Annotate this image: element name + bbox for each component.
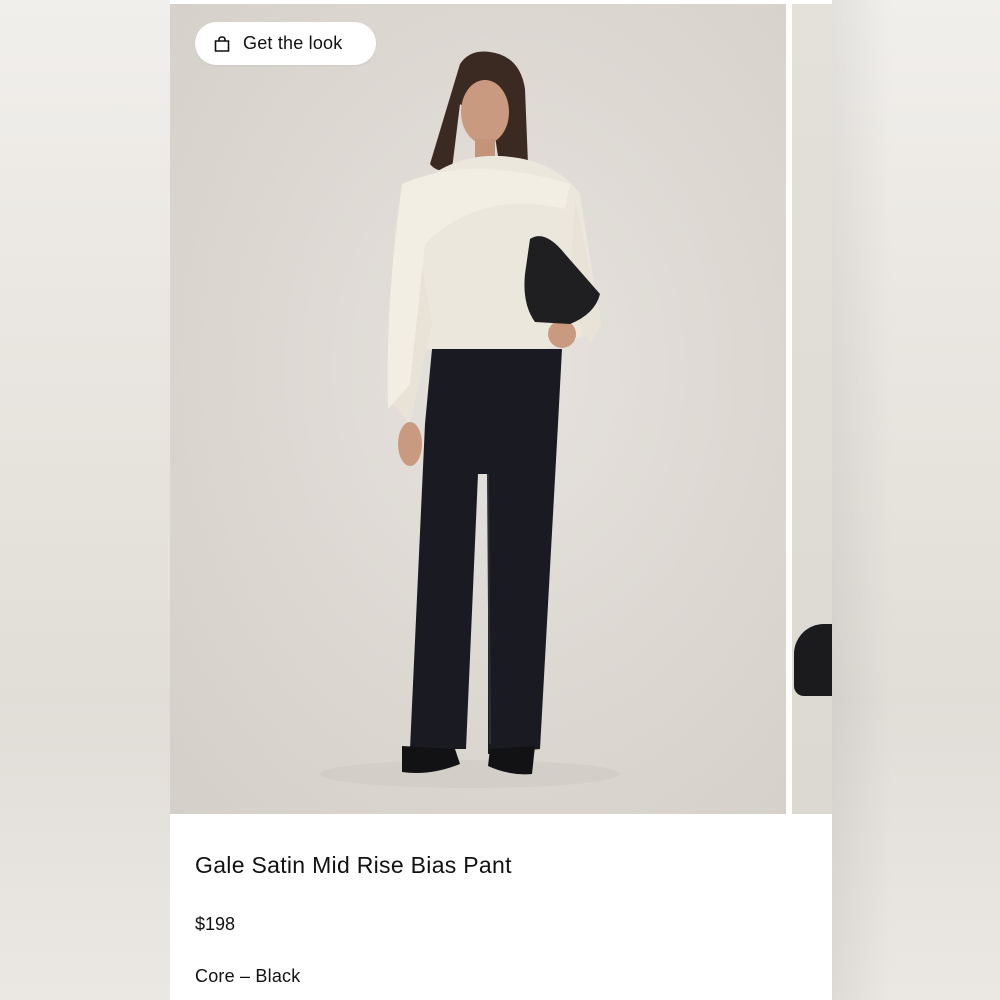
product-price: $198 <box>195 914 236 934</box>
blurred-background-left <box>0 0 170 1000</box>
shopping-bag-icon <box>214 35 230 52</box>
product-color: Core – Black <box>195 966 301 986</box>
next-product-photo[interactable] <box>792 4 832 814</box>
get-the-look-label: Get the look <box>243 33 343 53</box>
product-name[interactable]: Gale Satin Mid Rise Bias Pant <box>195 852 512 879</box>
product-card[interactable]: Get the look Gale Satin Mid Rise Bias Pa… <box>170 0 832 1000</box>
model-illustration <box>320 51 620 788</box>
get-the-look-button[interactable]: Get the look <box>195 22 376 65</box>
blurred-background-right <box>832 0 1000 1000</box>
boot-image-fragment <box>794 624 832 696</box>
product-photo[interactable]: Get the look <box>170 4 786 814</box>
